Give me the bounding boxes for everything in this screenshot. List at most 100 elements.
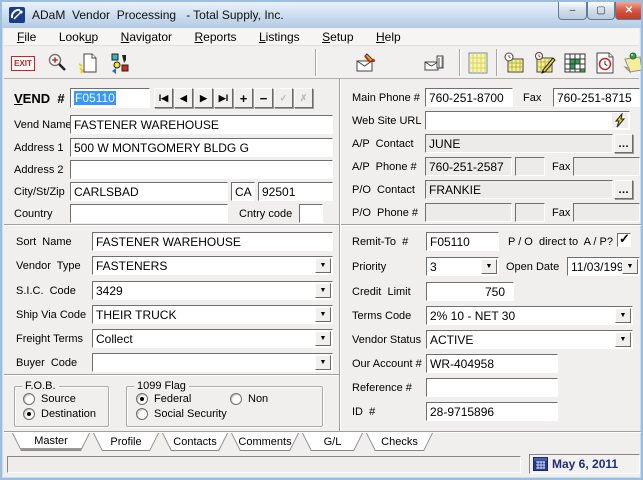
sort-name-input[interactable]: FASTENER WAREHOUSE: [92, 232, 333, 251]
mail-attachment-button[interactable]: [422, 50, 448, 76]
menu-reports[interactable]: Reports: [186, 28, 246, 44]
flag-social-label: Social Security: [154, 408, 227, 420]
chevron-down-icon[interactable]: [315, 307, 331, 322]
main-phone-input[interactable]: 760-251-8700: [425, 88, 513, 107]
window-title: ADaM Vendor Processing - Total Supply, I…: [32, 8, 284, 22]
po-direct-label: P / O direct to A / P?: [508, 236, 613, 248]
po-phone-ext-input[interactable]: [515, 203, 545, 222]
record-insert-button[interactable]: +: [234, 88, 253, 108]
green-grid-icon: [563, 51, 587, 75]
chevron-down-icon[interactable]: [315, 283, 331, 298]
ap-contact-lookup-button[interactable]: …: [614, 134, 633, 153]
menu-help[interactable]: Help: [367, 28, 410, 44]
tab-checks[interactable]: Checks: [366, 433, 433, 451]
calendar-edit-button[interactable]: [532, 50, 558, 76]
address1-input[interactable]: 500 W MONTGOMERY BLDG G: [70, 138, 333, 157]
history-button[interactable]: [592, 50, 618, 76]
search-icon: [46, 52, 68, 74]
record-delete-button[interactable]: −: [254, 88, 273, 108]
chevron-down-icon[interactable]: [615, 332, 631, 347]
navigator-button[interactable]: [107, 50, 133, 76]
chevron-down-icon[interactable]: [315, 258, 331, 273]
address2-input[interactable]: [70, 160, 333, 179]
menu-listings[interactable]: Listings: [250, 28, 309, 44]
ap-fax-label: Fax: [552, 161, 570, 173]
tab-profile[interactable]: Profile: [93, 433, 159, 451]
main-phone-label: Main Phone #: [352, 92, 420, 104]
state-input[interactable]: CA: [231, 182, 255, 201]
reference-input[interactable]: [426, 378, 558, 397]
po-fax-input[interactable]: [573, 203, 640, 222]
tab-gl[interactable]: G/L: [302, 433, 363, 451]
ship-via-select[interactable]: THEIR TRUCK: [92, 305, 333, 324]
menu-bar: File Lookup Navigator Reports Listings S…: [4, 28, 639, 46]
ap-phone-ext-input[interactable]: [515, 157, 545, 176]
menu-navigator[interactable]: Navigator: [112, 28, 181, 44]
our-account-input[interactable]: WR-404958: [426, 354, 558, 373]
terms-code-select[interactable]: 2% 10 - NET 30: [426, 306, 633, 325]
po-direct-checkbox[interactable]: [617, 233, 631, 247]
chevron-down-icon[interactable]: [481, 259, 497, 274]
notes-button[interactable]: [620, 50, 643, 76]
web-url-input[interactable]: [425, 111, 630, 130]
compose-mail-button[interactable]: [354, 50, 380, 76]
chevron-down-icon[interactable]: [315, 355, 331, 370]
tab-strip-divider: [4, 431, 643, 433]
main-fax-input[interactable]: 760-251-8715: [553, 88, 640, 107]
chevron-down-icon[interactable]: [315, 331, 331, 346]
open-date-select[interactable]: 11/03/1998: [567, 257, 640, 276]
minimize-button[interactable]: –: [558, 2, 587, 20]
priority-select[interactable]: 3: [426, 257, 499, 276]
country-input[interactable]: [70, 204, 228, 223]
zip-input[interactable]: 92501: [258, 182, 333, 201]
buyer-code-select[interactable]: [92, 353, 333, 372]
exit-icon: EXIT: [11, 56, 35, 71]
vendor-type-select[interactable]: FASTENERS: [92, 256, 333, 275]
vend-name-input[interactable]: FASTENER WAREHOUSE: [70, 115, 333, 134]
table-button[interactable]: [562, 50, 588, 76]
toolbar-separator: [459, 49, 461, 76]
credit-limit-input[interactable]: 750: [426, 282, 514, 301]
minimize-icon: –: [570, 5, 576, 16]
po-contact-lookup-button[interactable]: …: [614, 180, 633, 199]
po-contact-input[interactable]: FRANKIE: [425, 180, 613, 199]
new-record-button[interactable]: [76, 50, 102, 76]
po-phone-input[interactable]: [425, 203, 512, 222]
remit-to-input[interactable]: F05110: [426, 232, 499, 251]
ap-phone-input[interactable]: 760-251-2587: [425, 157, 512, 176]
menu-lookup[interactable]: Lookup: [50, 28, 107, 44]
cntry-code-input[interactable]: [299, 204, 323, 223]
flag-federal-radio[interactable]: [136, 393, 148, 405]
calendar-clock-button[interactable]: [502, 50, 528, 76]
sic-code-select[interactable]: 3429: [92, 281, 333, 300]
tab-comments[interactable]: Comments: [231, 433, 299, 451]
id-number-input[interactable]: 28-9715896: [426, 402, 558, 421]
url-launch-icon[interactable]: [612, 113, 628, 128]
grid-view-button[interactable]: [465, 50, 491, 76]
flag-social-radio[interactable]: [136, 408, 148, 420]
exit-button[interactable]: EXIT: [10, 50, 36, 76]
menu-file[interactable]: File: [8, 28, 45, 44]
chevron-down-icon[interactable]: [615, 308, 631, 323]
city-input[interactable]: CARLSBAD: [70, 182, 228, 201]
zoom-button[interactable]: [44, 50, 70, 76]
tab-contacts[interactable]: Contacts: [162, 433, 228, 451]
close-button[interactable]: ✕: [615, 2, 643, 20]
record-prior-button[interactable]: ◀: [174, 88, 193, 108]
flag-non-radio[interactable]: [230, 393, 242, 405]
vendor-status-select[interactable]: ACTIVE: [426, 330, 633, 349]
ap-contact-input[interactable]: JUNE: [425, 134, 613, 153]
fob-source-radio[interactable]: [23, 393, 35, 405]
record-first-button[interactable]: I◀: [154, 88, 173, 108]
freight-terms-select[interactable]: Collect: [92, 329, 333, 348]
web-url-label: Web Site URL: [352, 115, 422, 127]
menu-setup[interactable]: Setup: [313, 28, 362, 44]
vend-number-input[interactable]: F05110: [70, 88, 150, 108]
record-next-button[interactable]: ▶: [194, 88, 213, 108]
maximize-button[interactable]: ▢: [587, 2, 615, 20]
record-last-button[interactable]: ▶I: [214, 88, 233, 108]
chevron-down-icon[interactable]: [622, 259, 638, 274]
fob-destination-radio[interactable]: [23, 408, 35, 420]
ap-fax-input[interactable]: [573, 157, 640, 176]
tab-master[interactable]: Master: [12, 433, 90, 451]
